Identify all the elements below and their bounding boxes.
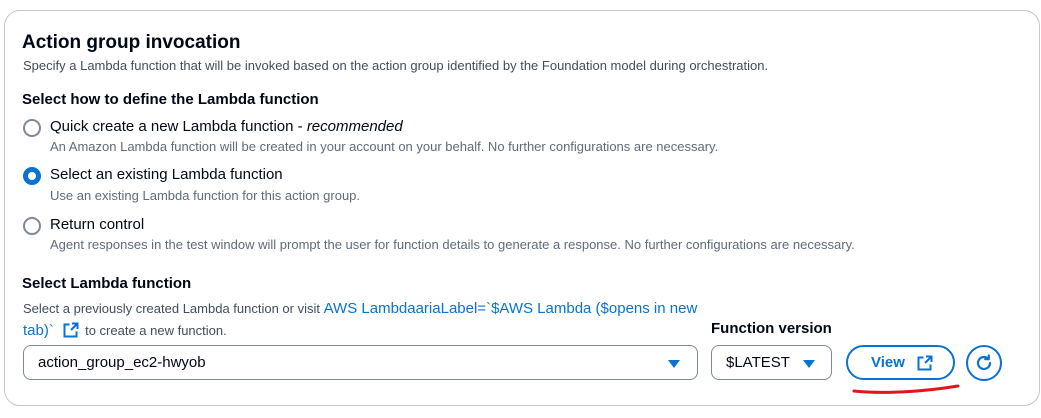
radio-select-existing[interactable] bbox=[23, 167, 41, 185]
select-lambda-description: Select a previously created Lambda funct… bbox=[23, 298, 703, 342]
refresh-button[interactable] bbox=[966, 345, 1002, 381]
view-button[interactable]: View bbox=[846, 345, 955, 380]
section-description: Specify a Lambda function that will be i… bbox=[23, 58, 769, 73]
radio-return-control[interactable] bbox=[23, 217, 41, 235]
radio-return-control-description: Agent responses in the test window will … bbox=[50, 237, 855, 252]
radio-quick-create-label[interactable]: Quick create a new Lambda function - rec… bbox=[50, 118, 403, 135]
function-version-heading: Function version bbox=[711, 320, 832, 337]
caret-down-icon bbox=[803, 360, 815, 368]
section-title: Action group invocation bbox=[22, 32, 241, 53]
caret-down-icon bbox=[668, 360, 680, 368]
lambda-desc-suffix: to create a new function. bbox=[85, 323, 227, 338]
function-version-select[interactable]: $LATEST bbox=[711, 345, 832, 380]
external-link-icon[interactable] bbox=[63, 322, 79, 338]
view-button-label: View bbox=[871, 354, 905, 371]
radio-quick-create-description: An Amazon Lambda function will be create… bbox=[50, 139, 719, 154]
external-link-icon bbox=[917, 355, 933, 371]
radio-return-control-label[interactable]: Return control bbox=[50, 216, 144, 233]
radio-quick-create[interactable] bbox=[23, 119, 41, 137]
lambda-desc-prefix: Select a previously created Lambda funct… bbox=[23, 301, 324, 316]
define-heading: Select how to define the Lambda function bbox=[22, 91, 319, 108]
annotation-underline bbox=[852, 384, 960, 394]
radio-select-existing-description: Use an existing Lambda function for this… bbox=[50, 188, 361, 203]
refresh-icon bbox=[976, 354, 992, 371]
lambda-function-select[interactable]: action_group_ec2-hwyob bbox=[23, 345, 698, 380]
lambda-function-value: action_group_ec2-hwyob bbox=[38, 354, 206, 371]
select-lambda-heading: Select Lambda function bbox=[22, 275, 192, 292]
radio-select-existing-label[interactable]: Select an existing Lambda function bbox=[50, 166, 283, 183]
function-version-value: $LATEST bbox=[726, 354, 790, 371]
